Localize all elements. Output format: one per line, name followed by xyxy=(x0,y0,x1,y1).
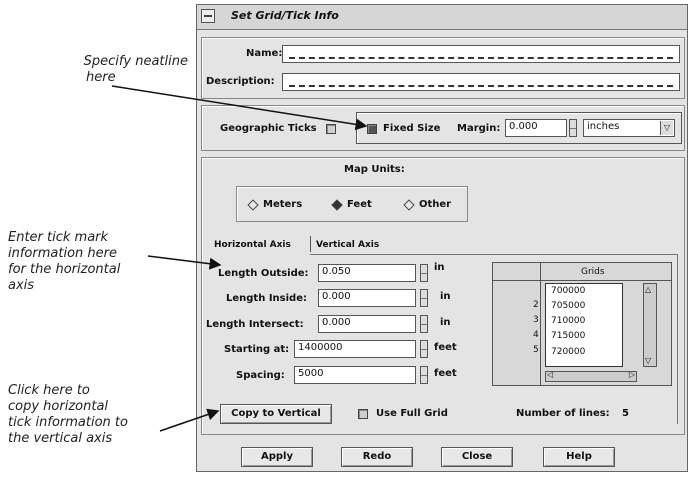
tickmark-arrow xyxy=(147,255,222,270)
copy-arrow xyxy=(159,408,220,432)
callout-arrows xyxy=(111,85,368,432)
neatline-arrow xyxy=(111,85,368,131)
